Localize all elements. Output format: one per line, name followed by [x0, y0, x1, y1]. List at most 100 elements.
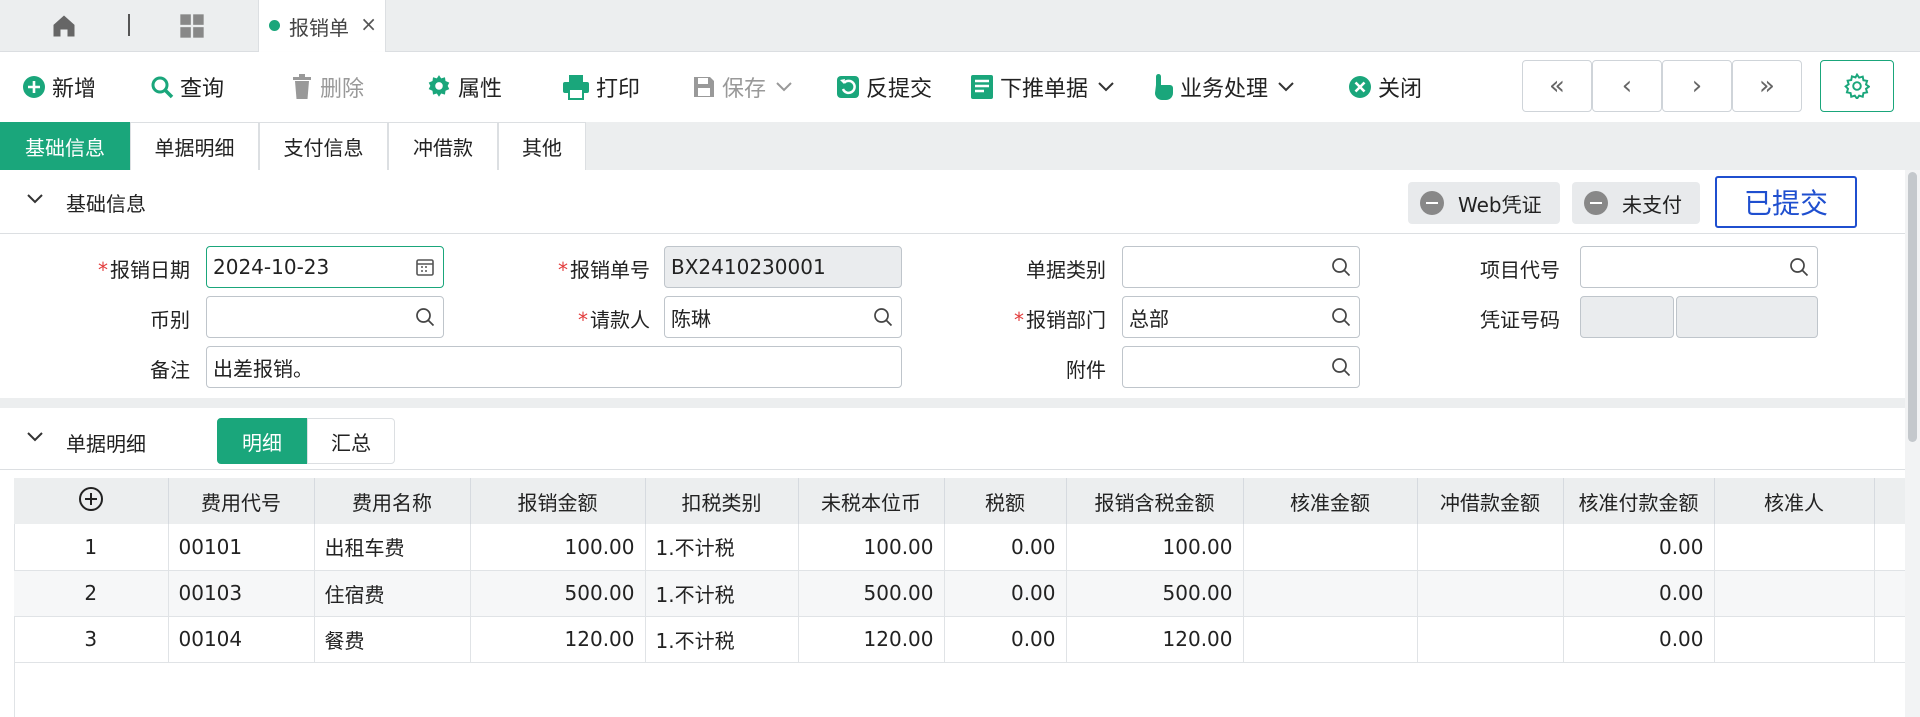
approver-cell[interactable]: [1714, 524, 1875, 571]
nav-prev-button[interactable]: ‹: [1592, 60, 1662, 112]
requester-field[interactable]: 陈琳: [664, 296, 902, 338]
apps-grid-icon[interactable]: [178, 12, 206, 40]
nav-last-button[interactable]: »: [1732, 60, 1802, 112]
expense-code-cell[interactable]: 00103: [168, 570, 315, 617]
col-header[interactable]: 未税本位币: [798, 478, 945, 524]
expense-code-cell[interactable]: 00101: [168, 524, 315, 571]
search-icon[interactable]: [873, 307, 893, 327]
nav-first-button[interactable]: «: [1522, 60, 1592, 112]
tab-basic-info[interactable]: 基础信息: [0, 122, 130, 170]
approver-cell[interactable]: [1714, 570, 1875, 617]
amount-cell[interactable]: 500.00: [470, 570, 646, 617]
tax-type-cell[interactable]: 1.不计税: [645, 524, 799, 571]
search-icon[interactable]: [415, 307, 435, 327]
save-button[interactable]: 保存: [692, 70, 798, 104]
col-header[interactable]: 扣税类别: [645, 478, 799, 524]
window-tabstrip: 报销单 ×: [0, 0, 1920, 52]
tab-payment-info[interactable]: 支付信息: [259, 122, 388, 170]
table-row[interactable]: 3 00104 餐费 120.00 1.不计税 120.00 0.00 120.…: [14, 616, 1920, 663]
expense-code-cell[interactable]: 00104: [168, 616, 315, 663]
project-field[interactable]: [1580, 246, 1818, 288]
approver-cell[interactable]: [1714, 616, 1875, 663]
col-header[interactable]: 费用代号: [168, 478, 315, 524]
attach-field[interactable]: [1122, 346, 1360, 388]
nav-next-button[interactable]: ›: [1662, 60, 1732, 112]
tab-other[interactable]: 其他: [498, 122, 586, 170]
search-icon[interactable]: [1331, 307, 1351, 327]
scrollbar-thumb[interactable]: [1908, 172, 1917, 442]
col-header[interactable]: 核准付款金额: [1563, 478, 1715, 524]
tax-cell[interactable]: 0.00: [944, 616, 1067, 663]
home-icon[interactable]: [50, 12, 78, 40]
business-process-button[interactable]: 业务处理: [1152, 70, 1300, 104]
print-button[interactable]: 打印: [562, 70, 640, 104]
voucher-prefix-field[interactable]: [1580, 296, 1674, 338]
remark-field[interactable]: 出差报销。: [206, 346, 902, 388]
col-header[interactable]: 报销金额: [470, 478, 646, 524]
date-field[interactable]: 2024-10-23: [206, 246, 444, 288]
calendar-icon[interactable]: [415, 257, 435, 277]
pretax-cell[interactable]: 120.00: [798, 616, 945, 663]
new-button[interactable]: 新增: [22, 70, 96, 104]
currency-field[interactable]: [206, 296, 444, 338]
properties-button[interactable]: 属性: [426, 70, 502, 104]
tab-loan-offset[interactable]: 冲借款: [388, 122, 498, 170]
tax-type-cell[interactable]: 1.不计税: [645, 570, 799, 617]
col-header[interactable]: 报销含税金额: [1066, 478, 1244, 524]
approved-amount-cell[interactable]: [1243, 570, 1418, 617]
search-icon[interactable]: [1789, 257, 1809, 277]
loan-offset-cell[interactable]: [1417, 570, 1564, 617]
table-row[interactable]: 1 00101 出租车费 100.00 1.不计税 100.00 0.00 10…: [14, 524, 1920, 571]
close-button[interactable]: 关闭: [1348, 70, 1422, 104]
voucher-number-field[interactable]: [1676, 296, 1818, 338]
unsubmit-button[interactable]: 反提交: [836, 70, 932, 104]
loan-offset-cell[interactable]: [1417, 524, 1564, 571]
col-header[interactable]: 核准金额: [1243, 478, 1418, 524]
col-header[interactable]: 冲借款金额: [1417, 478, 1564, 524]
push-down-button[interactable]: 下推单据: [970, 70, 1120, 104]
loan-offset-cell[interactable]: [1417, 616, 1564, 663]
approved-pay-cell[interactable]: 0.00: [1563, 524, 1715, 571]
col-header[interactable]: 核准人: [1714, 478, 1875, 524]
search-icon[interactable]: [1331, 357, 1351, 377]
query-button[interactable]: 查询: [150, 70, 224, 104]
expense-name-cell[interactable]: 出租车费: [314, 524, 471, 571]
add-row-cell[interactable]: [14, 478, 169, 524]
approved-pay-cell[interactable]: 0.00: [1563, 570, 1715, 617]
approved-pay-cell[interactable]: 0.00: [1563, 616, 1715, 663]
table-row[interactable]: 2 00103 住宿费 500.00 1.不计税 500.00 0.00 500…: [14, 570, 1920, 617]
amount-cell[interactable]: 100.00: [470, 524, 646, 571]
docno-field[interactable]: BX2410230001: [664, 246, 902, 288]
approved-amount-cell[interactable]: [1243, 616, 1418, 663]
view-detail-button[interactable]: 明细: [217, 418, 307, 464]
col-header[interactable]: 费用名称: [314, 478, 471, 524]
tax-cell[interactable]: 0.00: [944, 524, 1067, 571]
web-voucher-button[interactable]: Web凭证: [1408, 182, 1560, 224]
pretax-cell[interactable]: 100.00: [798, 524, 945, 571]
chevron-down-icon[interactable]: [26, 428, 44, 446]
add-row-icon[interactable]: [78, 486, 104, 512]
chevron-down-icon[interactable]: [26, 190, 44, 208]
tab-doc-detail[interactable]: 单据明细: [130, 122, 259, 170]
tax-type-cell[interactable]: 1.不计税: [645, 616, 799, 663]
view-summary-button[interactable]: 汇总: [307, 418, 395, 464]
payment-status-button[interactable]: 未支付: [1572, 182, 1700, 224]
doctype-field[interactable]: [1122, 246, 1360, 288]
pretax-cell[interactable]: 500.00: [798, 570, 945, 617]
delete-button[interactable]: 删除: [290, 70, 364, 104]
col-header[interactable]: 税额: [944, 478, 1067, 524]
search-icon[interactable]: [1331, 257, 1351, 277]
expense-name-cell[interactable]: 餐费: [314, 616, 471, 663]
settings-button[interactable]: [1820, 60, 1894, 112]
incl-tax-cell[interactable]: 120.00: [1066, 616, 1244, 663]
incl-tax-cell[interactable]: 500.00: [1066, 570, 1244, 617]
expense-name-cell[interactable]: 住宿费: [314, 570, 471, 617]
amount-cell[interactable]: 120.00: [470, 616, 646, 663]
close-tab-icon[interactable]: ×: [360, 12, 377, 36]
tax-cell[interactable]: 0.00: [944, 570, 1067, 617]
vertical-scrollbar[interactable]: [1905, 170, 1920, 717]
doc-tab-expense[interactable]: 报销单 ×: [258, 0, 386, 52]
incl-tax-cell[interactable]: 100.00: [1066, 524, 1244, 571]
approved-amount-cell[interactable]: [1243, 524, 1418, 571]
dept-field[interactable]: 总部: [1122, 296, 1360, 338]
